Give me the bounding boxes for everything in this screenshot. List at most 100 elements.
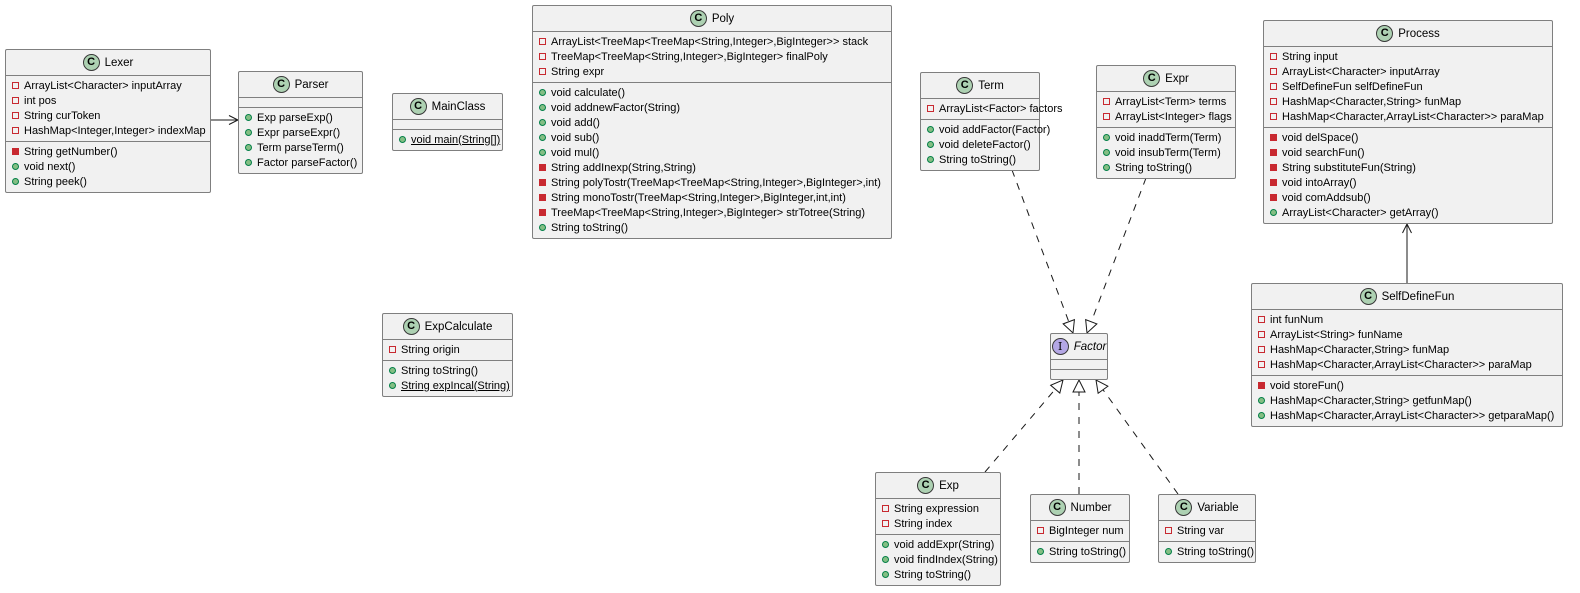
public-visibility-icon [389,367,396,374]
method-text: String addInexp(String,String) [551,161,696,174]
field-row: HashMap<Character,String> funMap [1264,94,1552,109]
method-row: String toString() [533,220,891,235]
method-row: String expIncal(String) [383,378,512,393]
class-header: C Poly [533,6,891,32]
private-visibility-icon [882,520,889,527]
methods-section: void addExpr(String) void findIndex(Strin… [876,535,1000,585]
method-row: Term parseTerm() [239,140,362,155]
method-row: void addFactor(Factor) [921,122,1050,137]
private-visibility-icon [1270,98,1277,105]
class-header: I Factor [1051,334,1107,360]
method-text: Expr parseExpr() [257,126,341,139]
method-text: void sub() [551,131,600,144]
class-variable[interactable]: C Variable String var String toString() [1158,494,1256,563]
method-row: String getNumber() [6,144,210,159]
method-text: Term parseTerm() [257,141,344,154]
interface-factor[interactable]: I Factor [1050,333,1108,380]
method-text: void findIndex(String) [894,553,998,566]
field-row: HashMap<Character,String> funMap [1252,342,1562,357]
field-text: HashMap<Character,ArrayList<Character>> … [1270,358,1532,371]
class-term[interactable]: C Term ArrayList<Factor> factors void addFa… [920,72,1063,171]
public-visibility-icon [12,178,19,185]
class-badge-icon: C [1359,288,1377,305]
method-row: void deleteFactor() [921,137,1039,152]
class-exp[interactable]: C Exp String expression String index void ad… [875,472,1001,586]
method-row: Factor parseFactor() [239,155,362,170]
class-name: Parser [294,78,329,91]
method-text: void addnewFactor(String) [551,101,681,114]
class-poly[interactable]: C Poly ArrayList<TreeMap<TreeMap<String,In… [532,5,892,239]
class-badge-icon: C [272,76,290,93]
field-row: ArrayList<Character> inputArray [1264,64,1552,79]
field-row: ArrayList<Character> inputArray [6,78,210,93]
method-text: void next() [24,160,76,173]
private-visibility-icon [1270,134,1277,141]
private-visibility-icon [539,179,546,186]
private-visibility-icon [539,38,546,45]
private-visibility-icon [1270,164,1277,171]
method-row: String polyTostr(TreeMap<TreeMap<String,… [533,175,891,190]
method-row: void insubTerm(Term) [1097,145,1235,160]
class-expr[interactable]: C Expr ArrayList<Term> terms ArrayList<Inte… [1096,65,1236,179]
method-row: void addExpr(String) [876,537,1000,552]
method-row: void next() [6,159,210,174]
field-text: HashMap<Character,String> funMap [1282,95,1462,108]
methods-section: void main(String[]) [393,130,502,150]
method-row: ArrayList<Character> getArray() [1264,205,1552,220]
class-badge-icon: C [409,98,427,115]
method-row: void calculate() [533,85,891,100]
private-visibility-icon [1103,113,1110,120]
method-row: String toString() [1159,544,1255,559]
class-header: C SelfDefineFun [1252,284,1562,310]
realization-arrowhead-icon [1072,378,1086,393]
field-row: HashMap<Integer,Integer> indexMap [6,123,210,138]
field-row: String expression [876,501,1000,516]
class-selfdefinefun[interactable]: C SelfDefineFun int funNum ArrayList<String… [1251,283,1563,427]
class-process[interactable]: C Process String input ArrayList<Character>… [1263,20,1553,224]
fields-section: BigInteger num [1031,521,1129,542]
public-visibility-icon [1037,548,1044,555]
private-visibility-icon [1258,382,1265,389]
methods-section: String toString() [1159,542,1255,562]
method-row: String toString() [1031,544,1129,559]
private-visibility-icon [539,194,546,201]
relation-expr-to-factor [1090,177,1147,322]
method-text: void comAddsub() [1282,191,1371,204]
private-visibility-icon [1270,83,1277,90]
method-text: String monoTostr(TreeMap<String,Integer>… [551,191,846,204]
method-text: void intoArray() [1282,176,1357,189]
class-expcalculate[interactable]: C ExpCalculate String origin String toStrin… [382,313,513,397]
public-visibility-icon [245,159,252,166]
field-text: ArrayList<Integer> flags [1115,110,1232,123]
class-header: C Expr [1097,66,1235,92]
class-parser[interactable]: C Parser Exp parseExp() Expr parseExpr() Ter… [238,71,363,174]
method-text: HashMap<Character,String> getfunMap() [1270,394,1472,407]
methods-section [1051,370,1107,379]
methods-section: String getNumber() void next() String peek… [6,142,210,192]
method-text: void storeFun() [1270,379,1344,392]
method-text: String peek() [24,175,87,188]
public-visibility-icon [927,126,934,133]
private-visibility-icon [1258,346,1265,353]
fields-section: String origin [383,340,512,361]
method-text: Factor parseFactor() [257,156,358,169]
class-number[interactable]: C Number BigInteger num String toString() [1030,494,1130,563]
methods-section: String toString() [1031,542,1129,562]
class-header: C Variable [1159,495,1255,521]
field-text: String curToken [24,109,101,122]
method-text: HashMap<Character,ArrayList<Character>> … [1270,409,1555,422]
class-name: Number [1070,501,1112,514]
class-badge-icon: C [402,318,420,335]
field-text: TreeMap<TreeMap<String,Integer>,BigInteg… [551,50,828,63]
public-visibility-icon [1103,149,1110,156]
method-text: void addExpr(String) [894,538,995,551]
class-lexer[interactable]: C Lexer ArrayList<Character> inputArray int… [5,49,211,193]
method-row: void comAddsub() [1264,190,1552,205]
public-visibility-icon [927,141,934,148]
method-row: void storeFun() [1252,378,1562,393]
class-header: C Process [1264,21,1552,47]
private-visibility-icon [1270,53,1277,60]
field-text: int pos [24,94,57,107]
class-badge-icon: C [1143,70,1161,87]
class-mainclass[interactable]: C MainClass void main(String[]) [392,93,503,151]
